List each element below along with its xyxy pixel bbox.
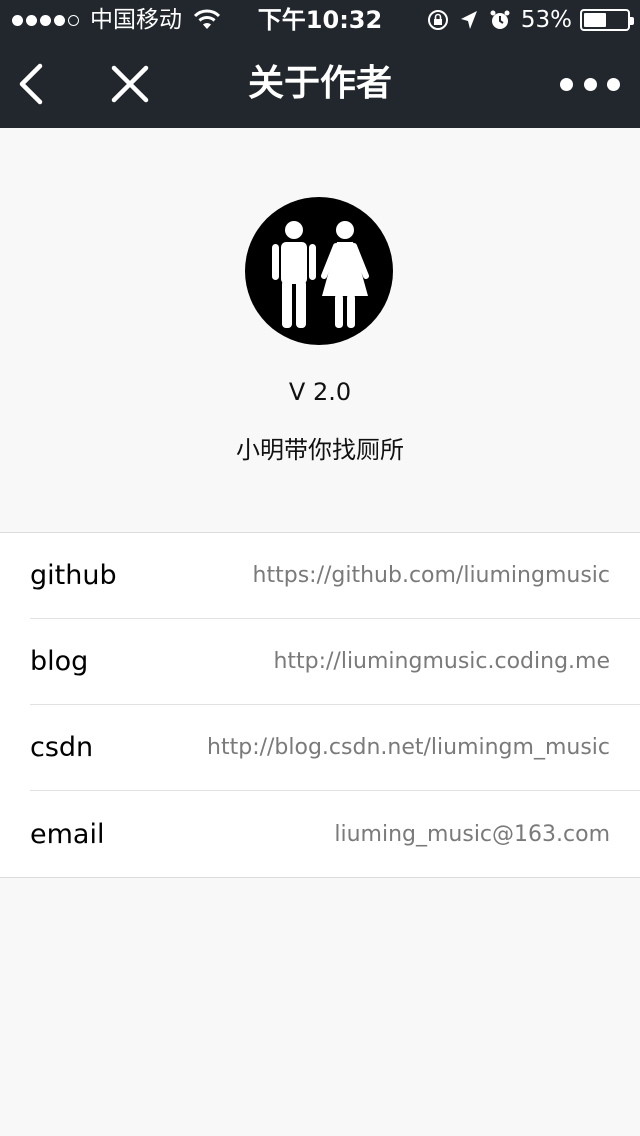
link-value[interactable]: https://github.com/liumingmusic [253,563,610,588]
link-label: email [30,818,105,850]
location-arrow-icon [460,11,477,29]
link-value[interactable]: liuming_music@163.com [334,822,610,847]
more-dots-icon[interactable] [560,68,620,100]
navigation-bar: 关于作者 [0,40,640,128]
app-profile: V 2.0 小明带你找厕所 [0,128,640,532]
alarm-icon [490,10,510,29]
rotation-lock-icon [427,10,448,30]
link-row-email[interactable]: email liuming_music@163.com [30,791,640,877]
battery-icon [580,9,634,31]
link-label: blog [30,646,89,677]
page-title: 关于作者 [247,63,392,104]
link-label: github [30,560,117,591]
link-value[interactable]: http://blog.csdn.net/liumingm_music [207,735,610,760]
author-links-list: github https://github.com/liumingmusic b… [0,532,640,878]
link-label: csdn [30,732,94,763]
app-name: 小明带你找厕所 [236,436,404,464]
status-bar: 中国移动 下午10:32 53% [0,0,640,40]
restroom-icon [245,197,393,345]
link-value[interactable]: http://liumingmusic.coding.me [273,649,610,674]
battery-percent: 53% [520,7,572,33]
link-row-blog[interactable]: blog http://liumingmusic.coding.me [30,619,640,705]
top-bar: 中国移动 下午10:32 53% 关于作者 [0,0,640,128]
link-row-csdn[interactable]: csdn http://blog.csdn.net/liumingm_music [30,705,640,791]
app-version: V 2.0 [288,378,352,406]
link-row-github[interactable]: github https://github.com/liumingmusic [30,533,640,619]
